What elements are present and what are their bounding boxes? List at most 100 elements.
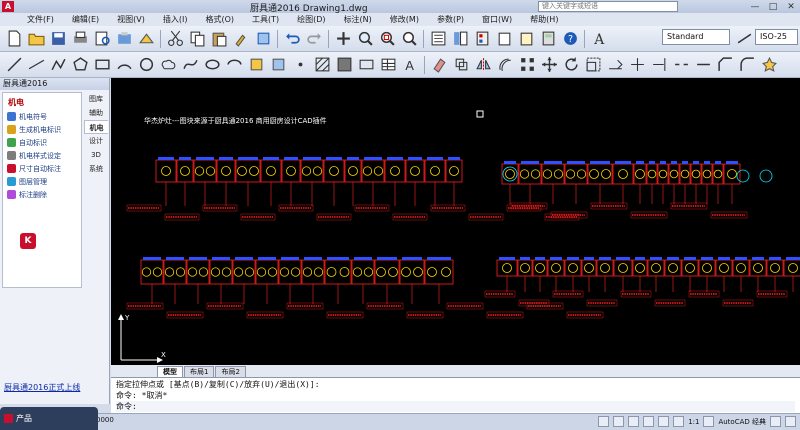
- zoom-window-icon[interactable]: [377, 29, 397, 49]
- snap-toggle-icon[interactable]: [598, 416, 610, 427]
- workspace-switch[interactable]: AutoCAD 经典: [718, 417, 766, 427]
- command-input[interactable]: 命令:: [116, 401, 795, 412]
- promo-link[interactable]: 厨具通2016正式上线: [0, 378, 109, 393]
- annotation-visibility-icon[interactable]: [703, 416, 715, 427]
- panel-item-style-settings[interactable]: 机电样式设定: [3, 149, 81, 162]
- maximize-button[interactable]: □: [764, 0, 782, 13]
- grid-toggle-icon[interactable]: [613, 416, 625, 427]
- point-icon[interactable]: [290, 55, 310, 75]
- redo-icon[interactable]: [304, 29, 324, 49]
- menu-draw[interactable]: 绘图(D): [288, 14, 334, 25]
- help-search-input[interactable]: 键入关键字或短语: [538, 1, 678, 12]
- extend-icon[interactable]: [649, 55, 669, 75]
- tab-library[interactable]: 图库: [84, 92, 108, 106]
- help-icon[interactable]: ?: [560, 29, 580, 49]
- open-folder-icon[interactable]: [26, 29, 46, 49]
- copy-object-icon[interactable]: [451, 55, 471, 75]
- app-logo-icon[interactable]: A: [2, 1, 14, 12]
- table-icon[interactable]: [378, 55, 398, 75]
- otrack-toggle-icon[interactable]: [673, 416, 685, 427]
- rotate-icon[interactable]: [561, 55, 581, 75]
- revcloud-icon[interactable]: [158, 55, 178, 75]
- menu-view[interactable]: 视图(V): [108, 14, 154, 25]
- match-properties-icon[interactable]: [231, 29, 251, 49]
- offset-icon[interactable]: [495, 55, 515, 75]
- fillet-icon[interactable]: [737, 55, 757, 75]
- erase-icon[interactable]: [429, 55, 449, 75]
- undo-icon[interactable]: [282, 29, 302, 49]
- menu-dimension[interactable]: 标注(N): [335, 14, 381, 25]
- move-icon[interactable]: [539, 55, 559, 75]
- properties-icon[interactable]: [428, 29, 448, 49]
- ellipse-icon[interactable]: [202, 55, 222, 75]
- construction-line-icon[interactable]: [26, 55, 46, 75]
- dim-style-select[interactable]: ISO-25: [755, 29, 798, 45]
- mirror-icon[interactable]: [473, 55, 493, 75]
- ellipse-arc-icon[interactable]: [224, 55, 244, 75]
- paste-icon[interactable]: [209, 29, 229, 49]
- panel-item-mep-symbol[interactable]: 机电符号: [3, 110, 81, 123]
- break-icon[interactable]: [671, 55, 691, 75]
- array-icon[interactable]: [517, 55, 537, 75]
- insert-block-icon[interactable]: [246, 55, 266, 75]
- menu-format[interactable]: 格式(O): [196, 14, 243, 25]
- text-style-icon[interactable]: A: [589, 29, 609, 49]
- menu-edit[interactable]: 编辑(E): [63, 14, 108, 25]
- tab-mep[interactable]: 机电: [84, 120, 108, 134]
- chamfer-icon[interactable]: [715, 55, 735, 75]
- pan-icon[interactable]: [333, 29, 353, 49]
- tab-auxiliary[interactable]: 辅助: [84, 106, 108, 120]
- cut-icon[interactable]: [165, 29, 185, 49]
- print-preview-icon[interactable]: [92, 29, 112, 49]
- taskbar-button[interactable]: 产品: [0, 407, 98, 430]
- make-block-icon[interactable]: [268, 55, 288, 75]
- new-file-icon[interactable]: [4, 29, 24, 49]
- hatch-icon[interactable]: [312, 55, 332, 75]
- minimize-button[interactable]: —: [746, 0, 764, 13]
- drawing-canvas[interactable]: 华杰炉灶---图块来源于厨具通2016 商用厨房设计CAD插件 X Y: [111, 78, 800, 365]
- lock-icon[interactable]: [770, 416, 781, 427]
- circle-icon[interactable]: [136, 55, 156, 75]
- menu-modify[interactable]: 修改(M): [381, 14, 428, 25]
- region-icon[interactable]: [356, 55, 376, 75]
- scale-icon[interactable]: [583, 55, 603, 75]
- menu-file[interactable]: 文件(F): [18, 14, 63, 25]
- command-line[interactable]: 指定拉伸点或 [基点(B)/复制(C)/放弃(U)/退出(X)]: 命令: *取…: [111, 377, 800, 413]
- explode-icon[interactable]: [759, 55, 779, 75]
- tab-model[interactable]: 模型: [157, 366, 183, 377]
- text-style-select[interactable]: Standard: [662, 29, 730, 45]
- gradient-icon[interactable]: [334, 55, 354, 75]
- publish-icon[interactable]: [114, 29, 134, 49]
- polygon-icon[interactable]: [70, 55, 90, 75]
- clean-screen-icon[interactable]: [785, 416, 796, 427]
- tab-layout1[interactable]: 布局1: [184, 366, 215, 377]
- tab-layout2[interactable]: 布局2: [215, 366, 246, 377]
- tool-palettes-icon[interactable]: [472, 29, 492, 49]
- zoom-previous-icon[interactable]: [399, 29, 419, 49]
- calculator-icon[interactable]: [538, 29, 558, 49]
- save-icon[interactable]: [48, 29, 68, 49]
- polar-toggle-icon[interactable]: [643, 416, 655, 427]
- close-button[interactable]: ✕: [782, 0, 800, 13]
- trim-icon[interactable]: [627, 55, 647, 75]
- panel-item-layer-manager[interactable]: 图层管理: [3, 175, 81, 188]
- menu-help[interactable]: 帮助(H): [521, 14, 567, 25]
- print-icon[interactable]: [70, 29, 90, 49]
- arc-icon[interactable]: [114, 55, 134, 75]
- tab-system[interactable]: 系统: [84, 162, 108, 176]
- panel-item-delete-tags[interactable]: 标注删除: [3, 188, 81, 201]
- panel-category[interactable]: 机电: [3, 93, 81, 110]
- rectangle-icon[interactable]: [92, 55, 112, 75]
- panel-item-auto-tag[interactable]: 自动标识: [3, 136, 81, 149]
- copy-icon[interactable]: [187, 29, 207, 49]
- join-icon[interactable]: [693, 55, 713, 75]
- mtext-icon[interactable]: A: [400, 55, 420, 75]
- markup-icon[interactable]: [516, 29, 536, 49]
- menu-parametric[interactable]: 参数(P): [428, 14, 473, 25]
- spline-icon[interactable]: [180, 55, 200, 75]
- block-editor-icon[interactable]: [253, 29, 273, 49]
- ortho-toggle-icon[interactable]: [628, 416, 640, 427]
- menu-insert[interactable]: 插入(I): [154, 14, 197, 25]
- polyline-icon[interactable]: [48, 55, 68, 75]
- plot-3d-icon[interactable]: [136, 29, 156, 49]
